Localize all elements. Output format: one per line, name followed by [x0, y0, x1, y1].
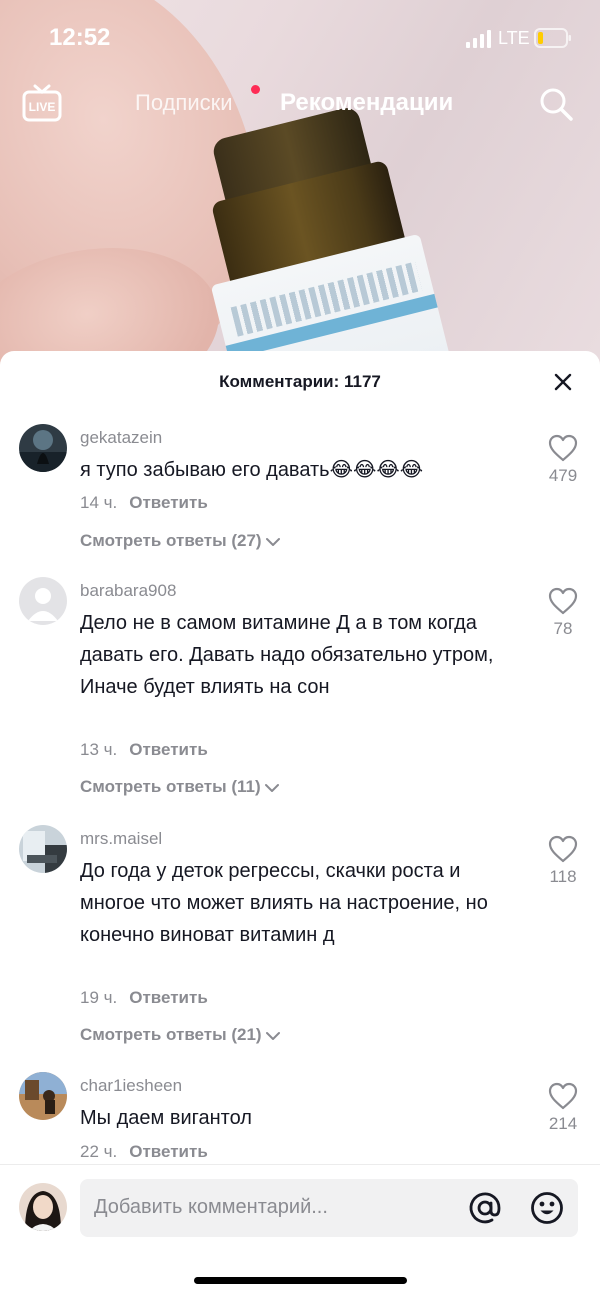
avatar[interactable] — [19, 1072, 67, 1120]
like-button[interactable]: 78 — [543, 587, 583, 639]
chevron-down-icon — [265, 1031, 280, 1040]
heart-icon — [548, 587, 578, 615]
comment-meta: 14 ч. Ответить — [80, 493, 208, 513]
comments-panel: Комментарии: 1177 gekatazein я тупо забы… — [0, 351, 600, 1297]
notification-dot — [251, 85, 260, 94]
like-button[interactable]: 118 — [543, 835, 583, 887]
view-replies-label: Смотреть ответы (21) — [80, 1025, 262, 1044]
like-count: 214 — [548, 1114, 578, 1133]
network-label: LTE — [498, 28, 530, 48]
heart-icon — [548, 434, 578, 462]
comment-username[interactable]: char1iesheen — [80, 1076, 182, 1096]
mention-icon[interactable] — [468, 1191, 502, 1225]
view-replies-button[interactable]: Смотреть ответы (21) — [80, 1025, 280, 1045]
comment-meta: 19 ч. Ответить — [80, 988, 208, 1008]
close-icon[interactable] — [553, 372, 573, 392]
heart-icon — [548, 835, 578, 863]
chevron-down-icon — [265, 537, 280, 546]
tab-for-you[interactable]: Рекомендации — [280, 89, 453, 117]
comments-header: Комментарии: 1177 — [0, 351, 600, 413]
live-icon[interactable]: LIVE — [22, 84, 62, 122]
view-replies-button[interactable]: Смотреть ответы (11) — [80, 777, 279, 797]
comment-meta: 13 ч. Ответить — [80, 740, 208, 760]
battery-icon — [534, 28, 571, 48]
avatar[interactable] — [19, 424, 67, 472]
chevron-down-icon — [264, 783, 279, 792]
status-time: 12:52 — [49, 24, 111, 51]
like-count: 118 — [549, 867, 577, 886]
like-button[interactable]: 214 — [543, 1082, 583, 1134]
tab-following[interactable]: Подписки — [135, 90, 233, 116]
avatar[interactable] — [19, 825, 67, 873]
top-nav: LIVE Подписки Рекомендации — [0, 76, 600, 136]
like-count: 78 — [553, 619, 573, 638]
comment-username[interactable]: barabara908 — [80, 581, 176, 601]
view-replies-button[interactable]: Смотреть ответы (27) — [80, 531, 280, 551]
comment-username[interactable]: gekatazein — [80, 428, 162, 448]
reply-button[interactable]: Ответить — [129, 1142, 208, 1161]
emoji-icon[interactable] — [530, 1191, 564, 1225]
heart-icon — [548, 1082, 578, 1110]
search-icon[interactable] — [538, 86, 574, 122]
comments-title: Комментарии: 1177 — [219, 372, 381, 391]
comment-meta: 22 ч. Ответить — [80, 1142, 208, 1162]
like-button[interactable]: 479 — [543, 434, 583, 486]
comment-text: я тупо забываю его давать😂😂😂😂 — [80, 459, 424, 481]
comment-time: 13 ч. — [80, 740, 118, 759]
comment-username[interactable]: mrs.maisel — [80, 829, 162, 849]
view-replies-label: Смотреть ответы (11) — [80, 777, 261, 796]
view-replies-label: Смотреть ответы (27) — [80, 531, 262, 550]
reply-button[interactable]: Ответить — [129, 740, 208, 759]
comment-text: До года у деток регрессы, скачки роста и… — [80, 860, 488, 946]
comment-time: 19 ч. — [80, 988, 118, 1007]
like-count: 479 — [548, 466, 578, 485]
home-indicator — [194, 1277, 407, 1284]
comment-text: Дело не в самом витамине Д а в том когда… — [80, 612, 494, 698]
comment-input[interactable]: Добавить комментарий... — [80, 1179, 578, 1237]
avatar[interactable] — [19, 1183, 67, 1231]
comment-time: 14 ч. — [80, 493, 118, 512]
status-bar: 12:52 LTE — [0, 0, 600, 76]
reply-button[interactable]: Ответить — [129, 988, 208, 1007]
avatar[interactable] — [19, 577, 67, 625]
reply-button[interactable]: Ответить — [129, 493, 208, 512]
comment-time: 22 ч. — [80, 1142, 118, 1161]
live-label: LIVE — [29, 100, 56, 114]
signal-icon — [466, 30, 491, 48]
comment-input-placeholder: Добавить комментарий... — [94, 1196, 328, 1218]
comment-text: Мы даем вигантол — [80, 1107, 252, 1129]
